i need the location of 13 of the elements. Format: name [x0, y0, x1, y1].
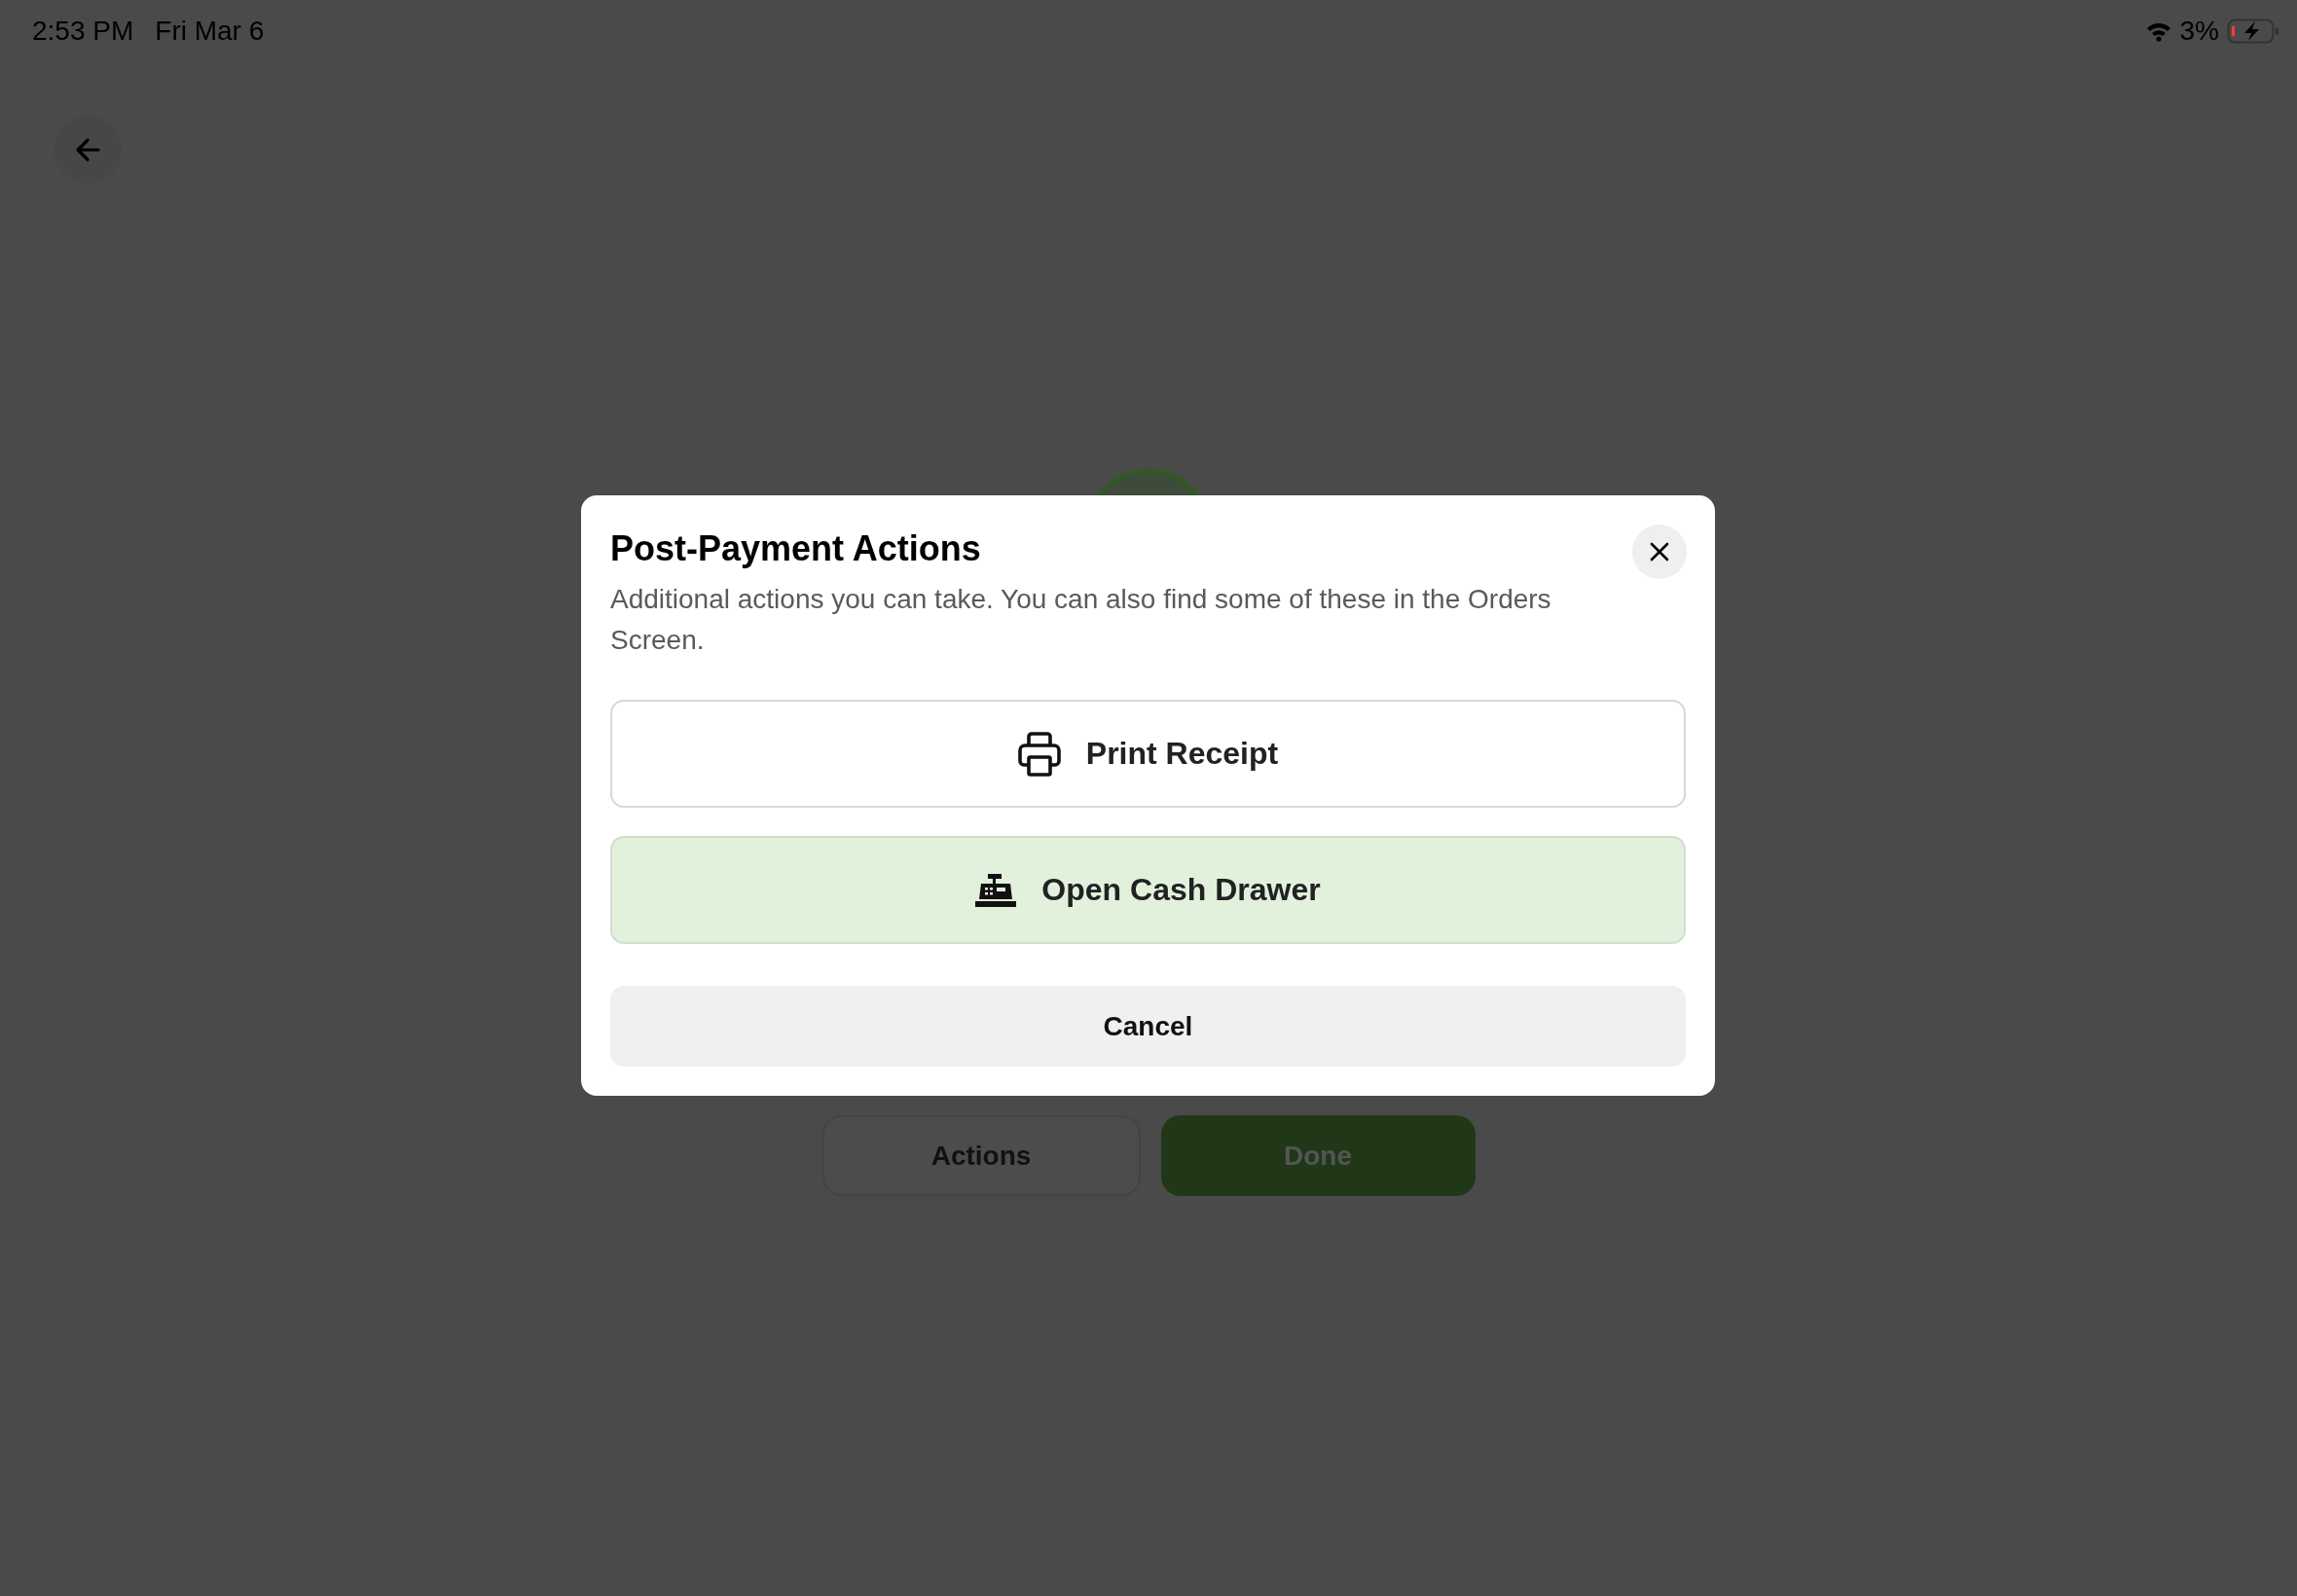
print-receipt-button[interactable]: Print Receipt [610, 700, 1686, 808]
open-cash-drawer-button[interactable]: Open Cash Drawer [610, 836, 1686, 944]
printer-icon [1017, 731, 1061, 777]
dialog-description: Additional actions you can take. You can also find some of these in the Orders Screen. [610, 583, 1552, 657]
dialog-title: Post-Payment Actions [610, 528, 981, 569]
battery-charging-icon [2227, 18, 2279, 44]
cash-register-icon [975, 872, 1017, 908]
battery-percent: 3% [2179, 16, 2219, 47]
cancel-button[interactable]: Cancel [610, 986, 1686, 1067]
close-icon [1649, 541, 1670, 562]
status-time: 2:53 PM [32, 16, 134, 47]
close-button[interactable] [1632, 525, 1687, 579]
status-date: Fri Mar 6 [155, 16, 265, 47]
